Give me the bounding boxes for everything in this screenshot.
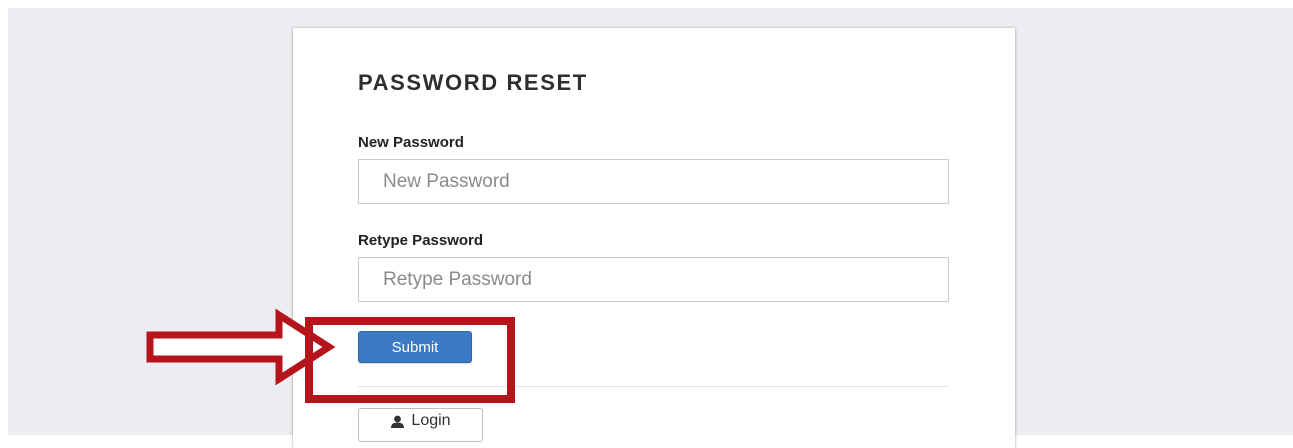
- new-password-input[interactable]: [358, 159, 949, 204]
- login-button[interactable]: Login: [358, 408, 483, 442]
- form-divider: [358, 386, 949, 387]
- login-button-label: Login: [411, 412, 451, 429]
- new-password-label: New Password: [358, 134, 464, 151]
- retype-password-input[interactable]: [358, 257, 949, 302]
- user-icon: [390, 415, 405, 428]
- page-title: PASSWORD RESET: [358, 70, 588, 95]
- submit-button[interactable]: Submit: [358, 331, 472, 363]
- retype-password-label: Retype Password: [358, 232, 484, 249]
